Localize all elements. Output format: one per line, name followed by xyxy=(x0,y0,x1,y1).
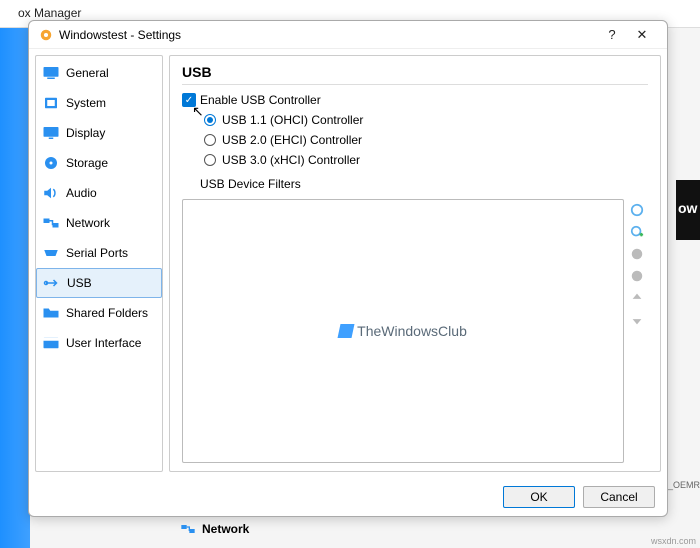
monitor-icon xyxy=(42,65,60,81)
sidebar-item-storage[interactable]: Storage xyxy=(36,148,162,178)
titlebar: Windowstest - Settings ? ✕ xyxy=(29,21,667,49)
sidebar-item-label: Storage xyxy=(66,156,108,170)
radio-icon xyxy=(204,134,216,146)
settings-sidebar: General System Display Storage Audio Net… xyxy=(35,55,163,472)
help-button[interactable]: ? xyxy=(597,27,627,42)
sidebar-item-general[interactable]: General xyxy=(36,58,162,88)
sidebar-item-label: Serial Ports xyxy=(66,246,128,260)
add-empty-filter-button[interactable] xyxy=(628,201,646,219)
sidebar-item-label: Audio xyxy=(66,186,97,200)
sidebar-item-network[interactable]: Network xyxy=(36,208,162,238)
watermark-icon xyxy=(338,324,355,338)
sidebar-item-shared-folders[interactable]: Shared Folders xyxy=(36,298,162,328)
network-icon xyxy=(180,522,196,536)
sidebar-item-audio[interactable]: Audio xyxy=(36,178,162,208)
sidebar-item-label: Network xyxy=(66,216,110,230)
cancel-button[interactable]: Cancel xyxy=(583,486,655,508)
oem-label: _OEMR xyxy=(668,480,700,490)
radio-label: USB 1.1 (OHCI) Controller xyxy=(222,113,363,127)
display-icon xyxy=(42,125,60,141)
chip-icon xyxy=(42,95,60,111)
speaker-icon xyxy=(42,185,60,201)
sidebar-item-label: User Interface xyxy=(66,336,141,350)
sidebar-item-label: Display xyxy=(66,126,105,140)
serial-icon xyxy=(42,245,60,261)
add-filter-from-device-button[interactable] xyxy=(628,223,646,241)
sidebar-item-label: System xyxy=(66,96,106,110)
network-label: Network xyxy=(202,522,249,536)
radio-label: USB 3.0 (xHCI) Controller xyxy=(222,153,360,167)
panel-separator xyxy=(182,84,648,85)
sidebar-item-label: General xyxy=(66,66,109,80)
move-filter-down-button[interactable] xyxy=(628,311,646,329)
parent-sidebar-strip xyxy=(0,28,30,548)
sidebar-item-label: Shared Folders xyxy=(66,306,148,320)
radio-usb30[interactable]: USB 3.0 (xHCI) Controller xyxy=(204,153,648,167)
close-button[interactable]: ✕ xyxy=(627,27,657,43)
settings-dialog: Windowstest - Settings ? ✕ General Syste… xyxy=(28,20,668,517)
settings-panel: USB ✓ Enable USB Controller ↖ USB 1.1 (O… xyxy=(169,55,661,472)
enable-usb-label: Enable USB Controller xyxy=(200,93,321,107)
folder-icon xyxy=(42,305,60,321)
radio-usb20[interactable]: USB 2.0 (EHCI) Controller xyxy=(204,133,648,147)
parent-network-section[interactable]: Network xyxy=(180,522,249,536)
usb-icon xyxy=(43,275,61,291)
sidebar-item-user-interface[interactable]: User Interface xyxy=(36,328,162,358)
panel-heading: USB xyxy=(182,64,648,80)
watermark: TheWindowsClub xyxy=(339,323,467,339)
watermark-text: TheWindowsClub xyxy=(357,323,467,339)
filters-label: USB Device Filters xyxy=(200,177,648,191)
sidebar-item-label: USB xyxy=(67,276,92,290)
sidebar-item-display[interactable]: Display xyxy=(36,118,162,148)
radio-icon xyxy=(204,114,216,126)
remove-filter-button[interactable] xyxy=(628,267,646,285)
network-icon xyxy=(42,215,60,231)
filter-buttons xyxy=(628,199,648,463)
gear-icon xyxy=(39,28,53,42)
edit-filter-button[interactable] xyxy=(628,245,646,263)
usb-filters-list[interactable]: TheWindowsClub xyxy=(182,199,624,463)
image-credit: wsxdn.com xyxy=(651,536,696,546)
sidebar-item-usb[interactable]: USB xyxy=(36,268,162,298)
ui-icon xyxy=(42,335,60,351)
move-filter-up-button[interactable] xyxy=(628,289,646,307)
ok-button[interactable]: OK xyxy=(503,486,575,508)
parent-right-strip: ow xyxy=(676,180,700,240)
sidebar-item-serial-ports[interactable]: Serial Ports xyxy=(36,238,162,268)
radio-icon xyxy=(204,154,216,166)
dialog-title: Windowstest - Settings xyxy=(59,28,597,42)
radio-usb11[interactable]: USB 1.1 (OHCI) Controller xyxy=(204,113,648,127)
disk-icon xyxy=(42,155,60,171)
cursor-icon: ↖ xyxy=(192,103,204,120)
dialog-button-row: OK Cancel xyxy=(29,478,667,516)
sidebar-item-system[interactable]: System xyxy=(36,88,162,118)
radio-label: USB 2.0 (EHCI) Controller xyxy=(222,133,362,147)
